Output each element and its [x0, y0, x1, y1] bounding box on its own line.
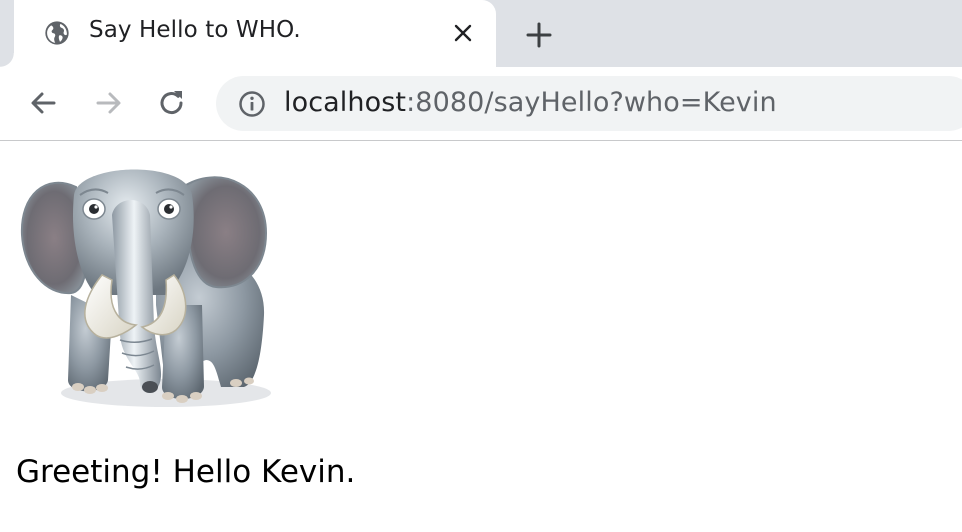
url-path: :8080/sayHello?who=Kevin [406, 87, 777, 118]
browser-window: Say Hello to WHO. localhost:8080/sayHell… [0, 0, 962, 532]
toolbar: localhost:8080/sayHello?who=Kevin [0, 67, 962, 141]
info-icon[interactable] [238, 90, 266, 118]
forward-button[interactable] [90, 85, 126, 121]
back-button[interactable] [26, 85, 62, 121]
address-bar[interactable]: localhost:8080/sayHello?who=Kevin [216, 76, 962, 131]
greeting-text: Greeting! Hello Kevin. [16, 454, 356, 490]
new-tab-button[interactable] [521, 17, 557, 53]
tab-strip: Say Hello to WHO. [0, 0, 962, 67]
url-host: localhost [284, 87, 407, 118]
elephant-image [20, 169, 271, 407]
globe-icon [45, 21, 69, 45]
url-text[interactable]: localhost:8080/sayHello?who=Kevin [284, 87, 777, 118]
tab-active[interactable]: Say Hello to WHO. [0, 0, 496, 67]
close-icon[interactable] [452, 22, 474, 44]
reload-button[interactable] [154, 85, 190, 121]
page-content: Greeting! Hello Kevin. [0, 141, 962, 532]
tab-title: Say Hello to WHO. [89, 17, 301, 43]
